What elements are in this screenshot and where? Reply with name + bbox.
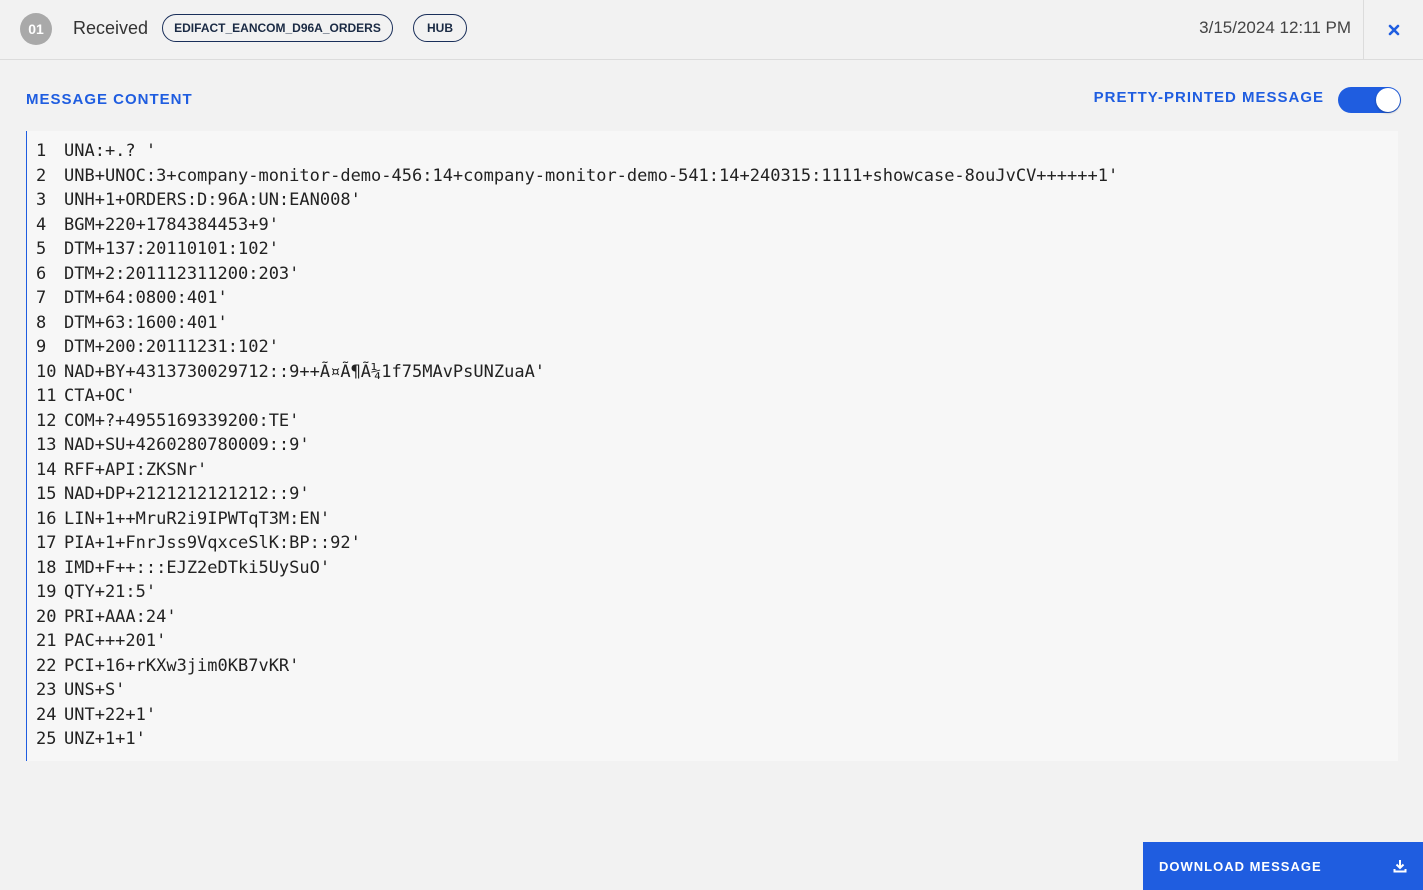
code-line: 25 UNZ+1+1': [27, 727, 1398, 752]
code-line: 3 UNH+1+ORDERS:D:96A:UN:EAN008': [27, 188, 1398, 213]
line-number: 14: [36, 459, 57, 480]
line-number: 9: [36, 337, 47, 357]
code-line: 17 PIA+1+FnrJss9VqxceSlK:BP::92': [27, 531, 1398, 556]
line-number: 22: [36, 655, 57, 676]
code-line: 6 DTM+2:201112311200:203': [27, 262, 1398, 287]
code-line: 5 DTM+137:20110101:102': [27, 237, 1398, 262]
line-text: PAC+++201': [64, 631, 167, 651]
line-text: UNA:+.? ': [64, 141, 157, 161]
line-text: IMD+F++:::EJZ2eDTki5UySuO': [64, 557, 331, 578]
line-number: 12: [36, 410, 57, 431]
pretty-print-label: PRETTY-PRINTED MESSAGE: [1093, 89, 1324, 106]
line-text: UNH+1+ORDERS:D:96A:UN:EAN008': [64, 190, 361, 210]
line-number: 2: [36, 165, 47, 186]
line-text: UNT+22+1': [64, 704, 157, 725]
line-text: PRI+AAA:24': [64, 606, 177, 627]
close-icon: [1388, 24, 1399, 36]
code-line: 20 PRI+AAA:24': [27, 605, 1398, 630]
code-line: 8 DTM+63:1600:401': [27, 311, 1398, 336]
code-line: 16 LIN+1++MruR2i9IPWTqT3M:EN': [27, 507, 1398, 532]
section-title: MESSAGE CONTENT: [26, 91, 193, 108]
line-number: 16: [36, 508, 57, 529]
download-message-button[interactable]: DOWNLOAD MESSAGE: [1143, 842, 1423, 890]
line-number: 5: [36, 239, 47, 259]
code-line: 15 NAD+DP+2121212121212::9': [27, 482, 1398, 507]
timestamp: 3/15/2024 12:11 PM: [1199, 18, 1351, 37]
message-content-panel: 1 UNA:+.? ' 2 UNB+UNOC:3+company-monitor-de…: [26, 131, 1398, 761]
line-text: DTM+137:20110101:102': [64, 239, 279, 259]
line-text: DTM+2:201112311200:203': [64, 263, 300, 284]
code-line: 10 NAD+BY+4313730029712::9++Ã¤Ã¶Ã¼1f75MAv…: [27, 360, 1398, 385]
line-text: COM+?+4955169339200:TE': [64, 410, 300, 431]
code-line: 1 UNA:+.? ': [27, 139, 1398, 164]
line-number: 15: [36, 484, 57, 504]
code-line: 14 RFF+API:ZKSNr': [27, 458, 1398, 483]
line-text: DTM+64:0800:401': [64, 288, 228, 308]
line-text: NAD+BY+4313730029712::9++Ã¤Ã¶Ã¼1f75MAvPs…: [64, 361, 546, 382]
code-line: 23 UNS+S': [27, 678, 1398, 703]
line-text: PCI+16+rKXw3jim0KB7vKR': [64, 655, 300, 676]
code-line: 19 QTY+21:5': [27, 580, 1398, 605]
line-number: 4: [36, 214, 47, 235]
line-number: 20: [36, 606, 57, 627]
message-header: 01 Received EDIFACT_EANCOM_D96A_ORDERS H…: [0, 0, 1423, 60]
step-badge: 01: [20, 13, 52, 45]
toggle-knob: [1376, 88, 1400, 112]
download-label: DOWNLOAD MESSAGE: [1159, 858, 1322, 874]
code-line: 4 BGM+220+1784384453+9': [27, 213, 1398, 238]
code-line: 24 UNT+22+1': [27, 703, 1398, 728]
line-text: BGM+220+1784384453+9': [64, 214, 279, 235]
code-line: 7 DTM+64:0800:401': [27, 286, 1398, 311]
line-text: DTM+200:20111231:102': [64, 337, 279, 357]
line-number: 24: [36, 704, 57, 725]
code-line: 9 DTM+200:20111231:102': [27, 335, 1398, 360]
line-number: 11: [36, 386, 57, 406]
line-number: 23: [36, 680, 57, 700]
line-text: UNS+S': [64, 680, 126, 700]
line-text: CTA+OC': [64, 386, 136, 406]
code-line: 22 PCI+16+rKXw3jim0KB7vKR': [27, 654, 1398, 679]
line-number: 6: [36, 263, 47, 284]
line-text: QTY+21:5': [64, 582, 157, 602]
status-label: Received: [73, 18, 149, 38]
line-number: 3: [36, 190, 47, 210]
code-line: 2 UNB+UNOC:3+company-monitor-demo-456:14+…: [27, 164, 1398, 189]
download-icon: [1393, 860, 1407, 873]
line-text: DTM+63:1600:401': [64, 312, 228, 333]
format-tag: EDIFACT_EANCOM_D96A_ORDERS: [162, 14, 393, 42]
line-number: 19: [36, 582, 57, 602]
line-number: 18: [36, 557, 57, 578]
pretty-print-toggle[interactable]: [1338, 87, 1401, 113]
code-line: 11 CTA+OC': [27, 384, 1398, 409]
line-number: 25: [36, 729, 57, 749]
line-text: PIA+1+FnrJss9VqxceSlK:BP::92': [64, 533, 361, 553]
line-number: 10: [36, 361, 57, 382]
line-number: 8: [36, 312, 47, 333]
close-button[interactable]: [1364, 0, 1423, 60]
hub-tag: HUB: [413, 14, 467, 42]
line-text: UNZ+1+1': [64, 729, 146, 749]
code-line: 18 IMD+F++:::EJZ2eDTki5UySuO': [27, 556, 1398, 581]
line-text: RFF+API:ZKSNr': [64, 459, 208, 480]
line-text: UNB+UNOC:3+company-monitor-demo-456:14+c…: [64, 165, 1119, 186]
code-line: 21 PAC+++201': [27, 629, 1398, 654]
line-number: 21: [36, 631, 57, 651]
code-line: 13 NAD+SU+4260280780009::9': [27, 433, 1398, 458]
line-text: NAD+SU+4260280780009::9': [64, 435, 310, 455]
code-line: 12 COM+?+4955169339200:TE': [27, 409, 1398, 434]
line-number: 13: [36, 435, 57, 455]
line-number: 1: [36, 141, 47, 161]
line-number: 7: [36, 288, 47, 308]
line-number: 17: [36, 533, 57, 553]
line-text: NAD+DP+2121212121212::9': [64, 484, 310, 504]
line-text: LIN+1++MruR2i9IPWTqT3M:EN': [64, 508, 331, 529]
